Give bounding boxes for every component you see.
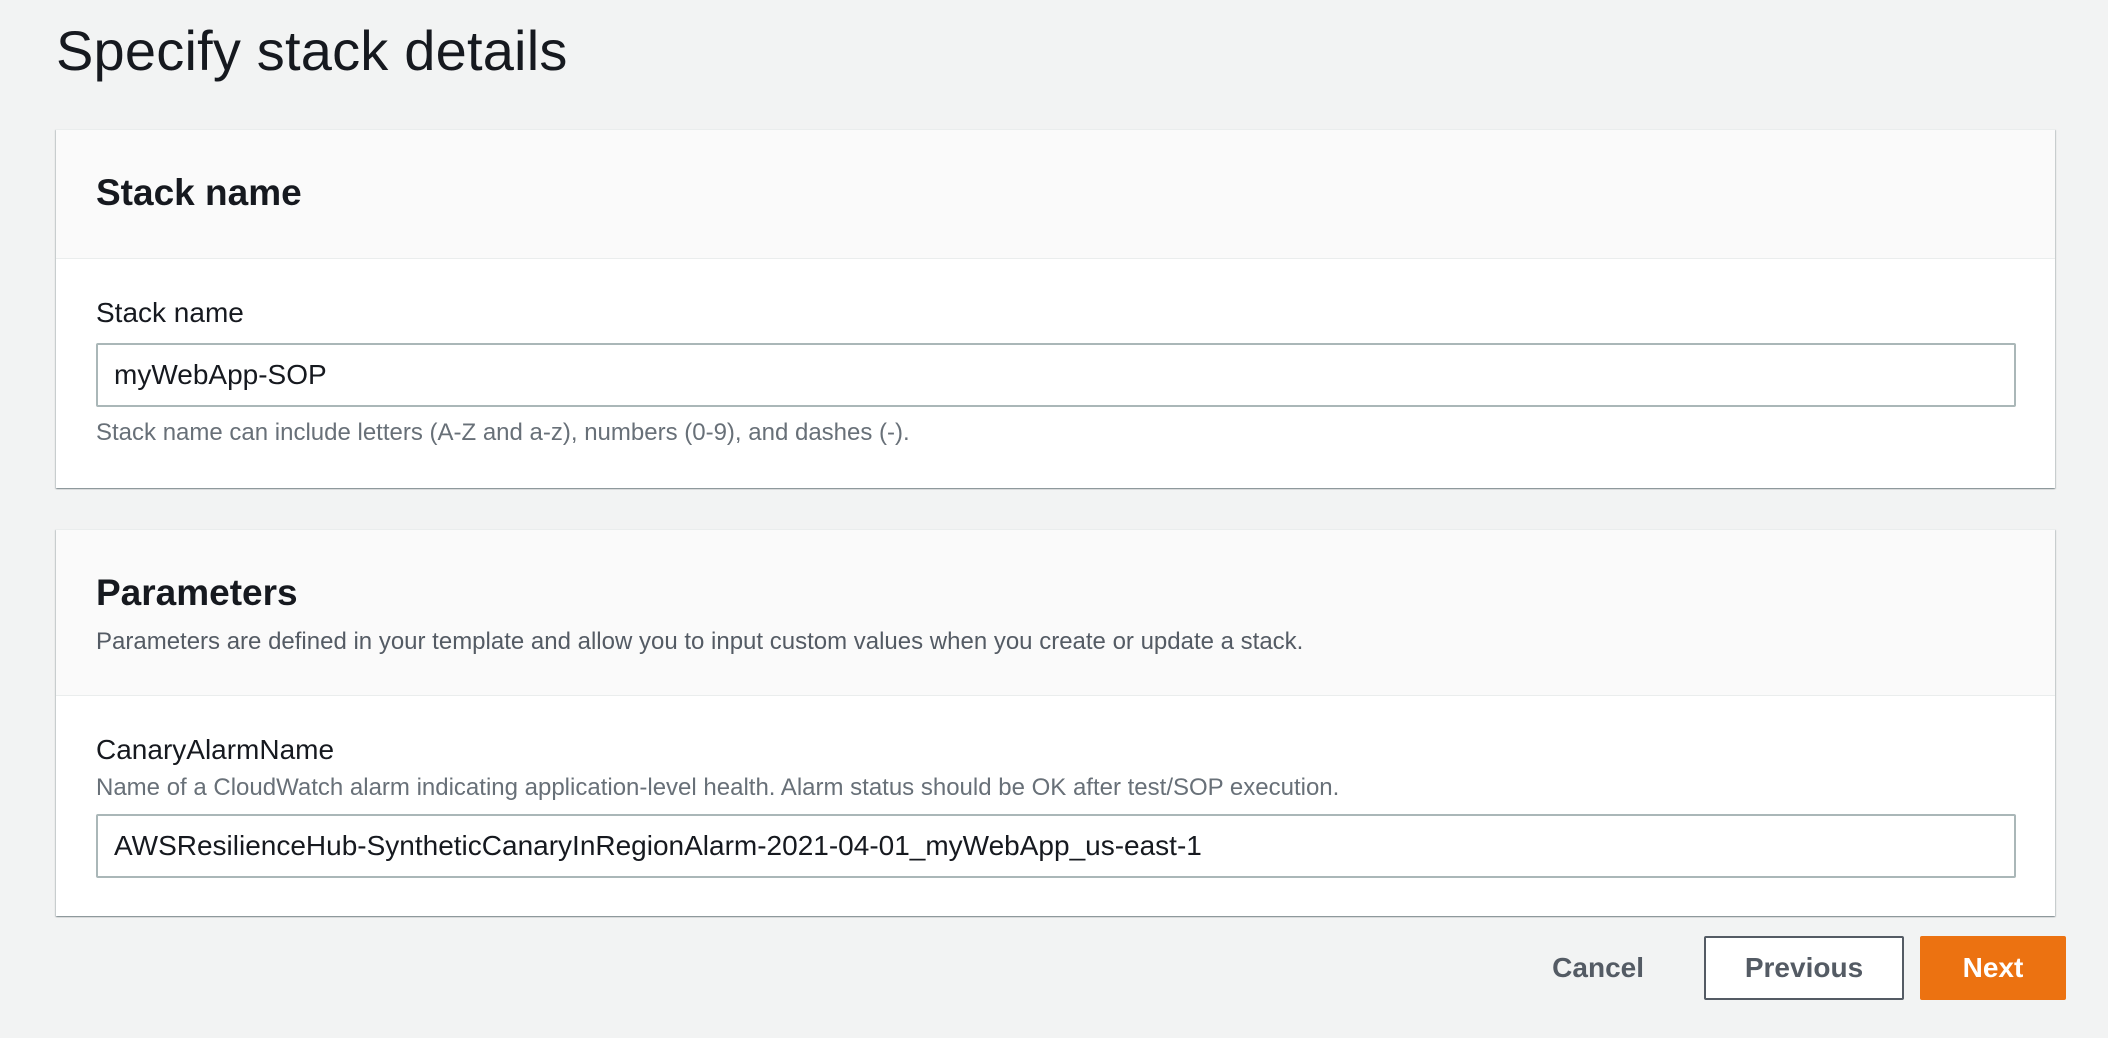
stack-name-constraint: Stack name can include letters (A-Z and … [96,419,910,446]
stack-name-panel-title: Stack name [96,172,302,213]
parameters-panel-description: Parameters are defined in your template … [96,628,1304,655]
canary-alarm-name-input[interactable] [96,814,2016,878]
wizard-actions: Cancel Previous Next [1522,936,2066,1000]
stack-name-input[interactable] [96,343,2016,407]
parameters-panel: Parameters Parameters are defined in you… [56,529,2055,916]
next-button[interactable]: Next [1920,936,2066,1000]
stack-name-panel-body: Stack name Stack name can include letter… [56,259,2055,447]
cancel-button[interactable]: Cancel [1522,936,1674,1000]
parameters-panel-body: CanaryAlarmName Name of a CloudWatch ala… [56,696,2055,878]
parameters-panel-header: Parameters Parameters are defined in you… [56,530,2055,696]
stack-name-panel: Stack name Stack name Stack name can inc… [56,129,2055,488]
stack-name-panel-header: Stack name [56,130,2055,259]
canary-alarm-name-description: Name of a CloudWatch alarm indicating ap… [96,774,1340,801]
previous-button[interactable]: Previous [1704,936,1904,1000]
page-title: Specify stack details [56,19,568,82]
stack-name-label: Stack name [96,297,244,328]
canary-alarm-name-label: CanaryAlarmName [96,734,335,765]
page: Specify stack details Stack name Stack n… [0,0,2108,1038]
parameters-panel-title: Parameters [96,572,298,613]
